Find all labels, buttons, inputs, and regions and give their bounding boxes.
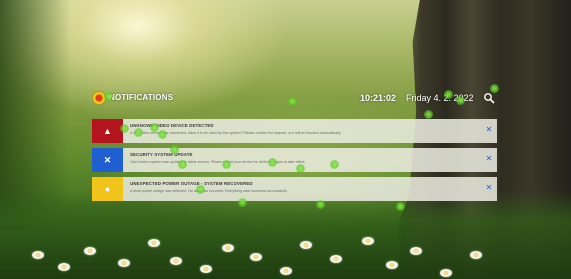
gaze-dot bbox=[196, 185, 205, 194]
flower bbox=[330, 255, 342, 263]
notification-list: ▲ UNKNOWN VIDEO DEVICE DETECTED A new vi… bbox=[92, 119, 497, 206]
flower bbox=[170, 257, 182, 265]
flower bbox=[300, 241, 312, 249]
flower bbox=[250, 253, 262, 261]
left-foliage bbox=[0, 0, 70, 230]
flower bbox=[222, 244, 234, 252]
clock-time: 10:21:02 bbox=[360, 93, 397, 103]
flower bbox=[84, 247, 96, 255]
close-x-icon: ✕ bbox=[92, 148, 123, 172]
gaze-dot bbox=[268, 158, 277, 167]
notification-message: A new video device was connected. Allow … bbox=[130, 131, 342, 135]
notification-title: UNEXPECTED POWER OUTAGE - SYSTEM RECOVER… bbox=[130, 181, 253, 186]
flower bbox=[410, 247, 422, 255]
close-icon[interactable]: ✕ bbox=[485, 155, 493, 163]
flower bbox=[362, 237, 374, 245]
gaze-dot bbox=[396, 202, 405, 211]
gaze-dot bbox=[120, 124, 129, 133]
gaze-dot bbox=[444, 90, 453, 99]
gaze-dot bbox=[316, 200, 325, 209]
notification-card-security-update[interactable]: ✕ SECURITY SYSTEM UPDATE Your Norton sys… bbox=[92, 148, 497, 172]
gaze-dot bbox=[288, 97, 297, 106]
gaze-dot bbox=[490, 84, 499, 93]
flower bbox=[386, 261, 398, 269]
gaze-dot bbox=[150, 123, 159, 132]
gaze-dot bbox=[158, 130, 167, 139]
notification-card-power-outage[interactable]: ● UNEXPECTED POWER OUTAGE - SYSTEM RECOV… bbox=[92, 177, 497, 201]
page-title: NOTIFICATIONS bbox=[109, 93, 174, 102]
close-icon[interactable]: ✕ bbox=[485, 184, 493, 192]
gaze-dot bbox=[134, 128, 143, 137]
gaze-dot bbox=[170, 145, 179, 154]
flower bbox=[58, 263, 70, 271]
notification-message: A short power outage was detected. No da… bbox=[130, 189, 288, 193]
flower bbox=[470, 251, 482, 259]
gaze-dot bbox=[178, 160, 187, 169]
gaze-dot bbox=[222, 160, 231, 169]
flower bbox=[440, 269, 452, 277]
notification-body: UNEXPECTED POWER OUTAGE - SYSTEM RECOVER… bbox=[123, 177, 497, 201]
gaze-dot bbox=[104, 92, 113, 101]
flower bbox=[148, 239, 160, 247]
warning-triangle-icon: ▲ bbox=[92, 119, 123, 143]
gaze-dot bbox=[296, 164, 305, 173]
gaze-dot bbox=[424, 110, 433, 119]
flower bbox=[118, 259, 130, 267]
notification-body: UNKNOWN VIDEO DEVICE DETECTED A new vide… bbox=[123, 119, 497, 143]
info-circle-icon: ● bbox=[92, 177, 123, 201]
notification-title: UNKNOWN VIDEO DEVICE DETECTED bbox=[130, 123, 214, 128]
desktop-background: NOTIFICATIONS 10:21:02 Friday 4. 2. 2022… bbox=[0, 0, 571, 279]
gaze-dot bbox=[238, 198, 247, 207]
flower bbox=[280, 267, 292, 275]
notification-title: SECURITY SYSTEM UPDATE bbox=[130, 152, 193, 157]
flower bbox=[32, 251, 44, 259]
gaze-dot bbox=[456, 96, 465, 105]
flower bbox=[200, 265, 212, 273]
gaze-dot bbox=[330, 160, 339, 169]
close-icon[interactable]: ✕ bbox=[485, 126, 493, 134]
